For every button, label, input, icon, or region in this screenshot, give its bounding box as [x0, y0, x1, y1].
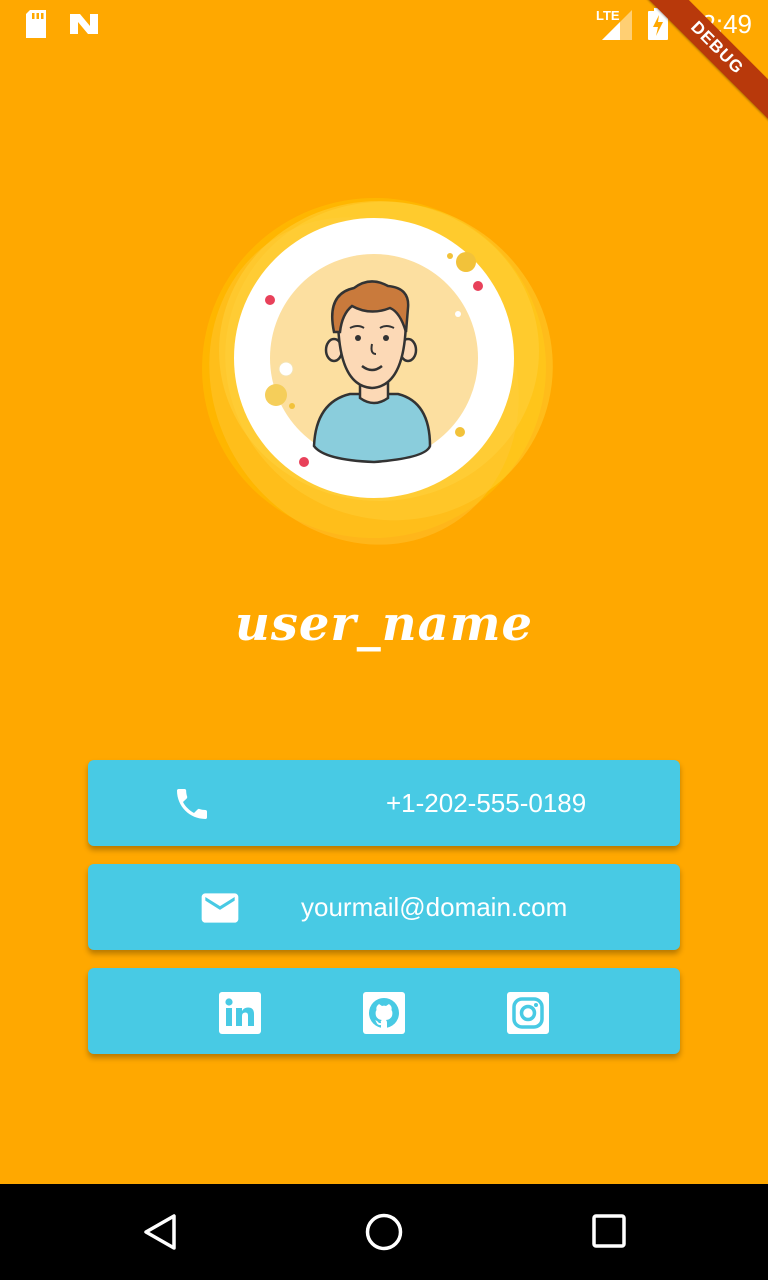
back-icon[interactable]: [140, 1212, 180, 1252]
home-icon[interactable]: [364, 1212, 404, 1252]
status-bar: LTE 12:49: [0, 0, 768, 48]
social-links-card: [88, 968, 680, 1054]
username: user_name: [234, 596, 534, 652]
sd-card-icon: [26, 10, 46, 38]
linkedin-button[interactable]: [219, 992, 261, 1034]
n-logo-icon: [70, 14, 98, 34]
email-address[interactable]: yourmail@domain.com: [301, 892, 567, 923]
instagram-button[interactable]: [507, 992, 549, 1034]
linkedin-icon: [225, 998, 254, 1026]
github-button[interactable]: [363, 992, 405, 1034]
signal-icon: [602, 10, 632, 40]
instagram-icon: [512, 997, 544, 1029]
recents-icon[interactable]: [590, 1212, 630, 1252]
email-icon: [201, 893, 239, 923]
phone-icon: [177, 789, 207, 819]
phone-card[interactable]: +1-202-555-0189: [88, 760, 680, 846]
github-icon: [369, 998, 399, 1028]
email-card[interactable]: yourmail@domain.com: [88, 864, 680, 950]
phone-number[interactable]: +1-202-555-0189: [386, 788, 586, 819]
profile-avatar: [174, 176, 594, 576]
navigation-bar: [0, 1184, 768, 1280]
